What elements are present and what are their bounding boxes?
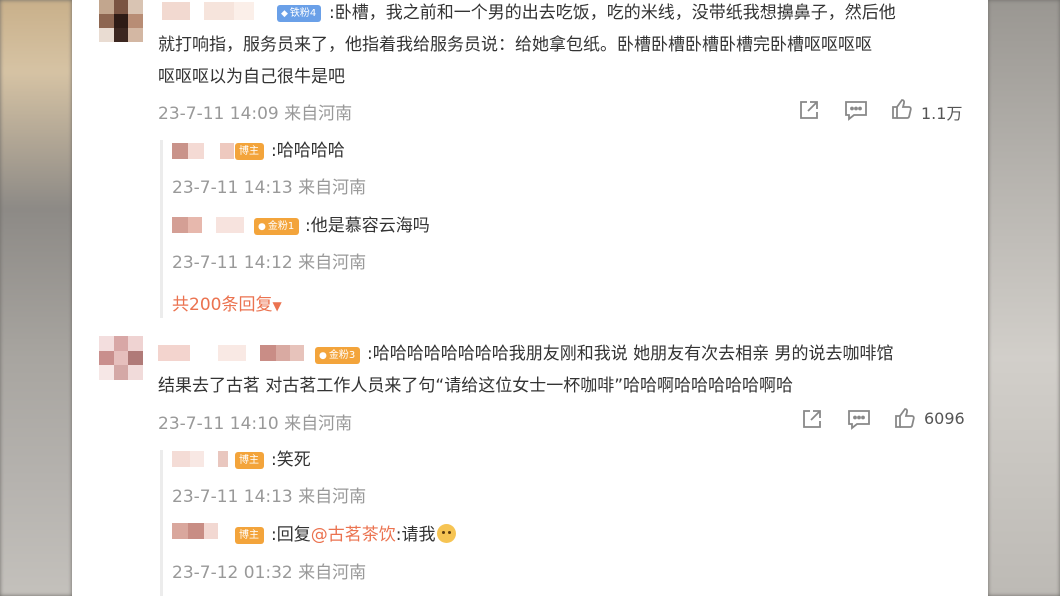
comment-text-line: :卧槽，我之前和一个男的出去吃饭，吃的米线，没带纸我想擤鼻子，然后他 xyxy=(329,3,896,23)
fan-badge[interactable]: ◆ 铁粉4 xyxy=(277,5,322,22)
comment-icon[interactable] xyxy=(844,99,868,121)
doge-emoji-icon xyxy=(437,524,457,543)
like-count: 6096 xyxy=(924,409,965,428)
reply-meta: 23-7-11 14:12 来自河南 xyxy=(172,253,367,273)
comment-text-line: :哈哈哈哈哈哈哈哈我朋友刚和我说 她朋友有次去相亲 男的说去咖啡馆 xyxy=(367,344,894,364)
reply-meta: 23-7-11 14:13 来自河南 xyxy=(172,178,367,198)
blurred-background-right xyxy=(988,0,1060,596)
mention-link[interactable]: @古茗茶饮 xyxy=(311,525,396,545)
comment-meta: 23-7-11 14:10 来自河南 xyxy=(158,414,353,434)
comment-icon[interactable] xyxy=(847,408,871,430)
reply-text: :笑死 xyxy=(271,450,311,470)
like-count: 1.1万 xyxy=(921,104,963,123)
reply-text: :回复@古茗茶饮:请我 xyxy=(271,519,457,551)
username-pixelated[interactable] xyxy=(172,143,234,159)
blurred-background-left xyxy=(0,0,72,596)
medal-icon: ● xyxy=(319,351,327,361)
username-pixelated[interactable] xyxy=(172,451,228,467)
blogger-badge: 博主 xyxy=(235,527,264,544)
comment-text-line: 结果去了古茗 对古茗工作人员来了句“请给这位女士一杯咖啡”哈哈啊哈哈哈哈哈啊哈 xyxy=(158,376,794,396)
reply-meta: 23-7-12 01:32 来自河南 xyxy=(172,563,367,583)
comment-panel: ◆ 铁粉4 :卧槽，我之前和一个男的出去吃饭，吃的米线，没带纸我想擤鼻子，然后他 … xyxy=(72,0,988,596)
like-icon[interactable] xyxy=(890,97,914,121)
reply-meta: 23-7-11 14:13 来自河南 xyxy=(172,487,367,507)
diamond-icon: ◆ xyxy=(281,9,288,19)
avatar[interactable] xyxy=(99,336,143,380)
username-pixelated[interactable] xyxy=(172,217,244,233)
reply-thread-bar xyxy=(160,450,163,596)
medal-icon: ● xyxy=(258,222,266,232)
blogger-badge: 博主 xyxy=(235,143,264,160)
caret-down-icon: ▼ xyxy=(272,299,282,313)
share-icon[interactable] xyxy=(801,408,823,430)
username-pixelated[interactable] xyxy=(158,345,304,361)
more-replies-link[interactable]: 共200条回复▼ xyxy=(172,290,282,315)
fan-badge[interactable]: ● 金粉3 xyxy=(315,347,361,364)
like-icon[interactable] xyxy=(893,406,917,430)
avatar[interactable] xyxy=(99,0,143,42)
comment-text-line: 就打响指，服务员来了，他指着我给服务员说：给她拿包纸。卧槽卧槽卧槽卧槽完卧槽呕呕… xyxy=(158,35,872,55)
reply-thread-bar xyxy=(160,140,163,318)
fan-badge[interactable]: ● 金粉1 xyxy=(254,218,300,235)
username-pixelated[interactable] xyxy=(172,523,232,539)
blogger-badge: 博主 xyxy=(235,452,264,469)
comment-meta: 23-7-11 14:09 来自河南 xyxy=(158,104,353,124)
username-pixelated[interactable] xyxy=(162,2,254,20)
share-icon[interactable] xyxy=(798,99,820,121)
reply-text: :哈哈哈哈 xyxy=(271,141,345,161)
comment-text-line: 呕呕呕以为自己很牛是吧 xyxy=(158,67,345,87)
reply-text: :他是慕容云海吗 xyxy=(305,216,430,236)
